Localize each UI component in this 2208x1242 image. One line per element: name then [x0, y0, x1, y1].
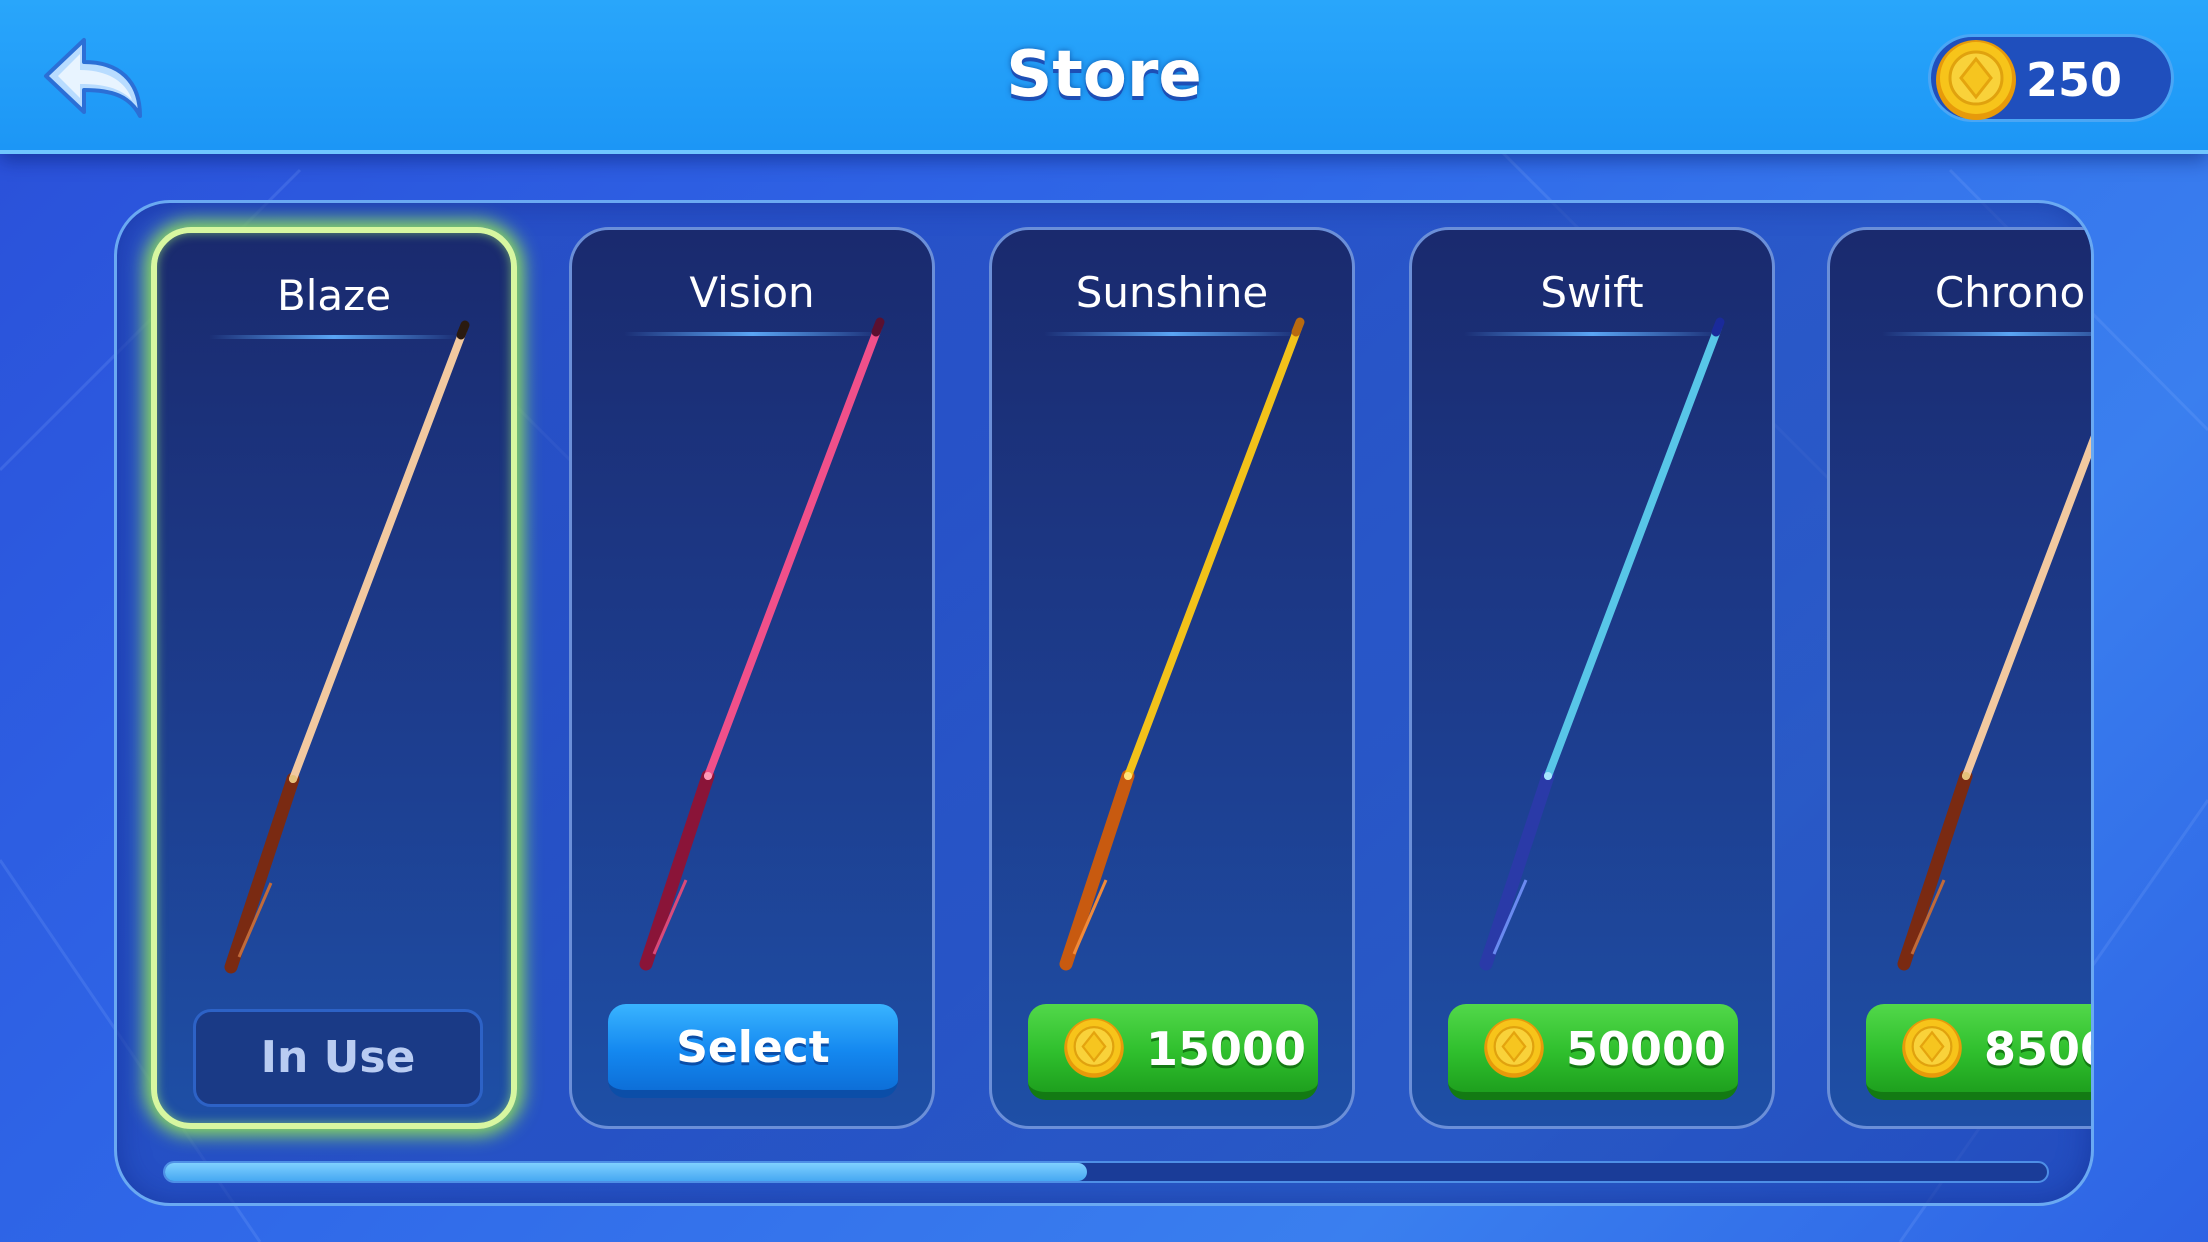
coin-balance: 250 [1928, 34, 2174, 122]
cue-stick-image [1059, 317, 1305, 971]
cue-card-sunshine[interactable]: Sunshine 15000 [989, 227, 1355, 1129]
in-use-button[interactable]: In Use [193, 1009, 483, 1107]
cue-card-chrono[interactable]: Chrono 85000 [1827, 227, 2091, 1129]
cue-card-blaze[interactable]: Blaze In Use [151, 227, 517, 1129]
price-label: 50000 [1566, 1022, 1727, 1076]
horizontal-scrollbar[interactable] [163, 1161, 2049, 1183]
cue-stick-image [1897, 435, 2091, 971]
price-label: 85000 [1984, 1022, 2091, 1076]
select-button[interactable]: Select [608, 1004, 898, 1098]
scrollbar-thumb[interactable] [165, 1163, 1088, 1181]
cue-carousel[interactable]: Blaze In Use Vision Select Sunshine 1500… [117, 203, 2091, 1163]
coin-icon [1902, 1018, 1962, 1078]
page-title: Store [1006, 38, 1202, 112]
cue-card-vision[interactable]: Vision Select [569, 227, 935, 1129]
coin-balance-amount: 250 [2026, 53, 2123, 107]
cue-stick-image [224, 320, 470, 974]
store-panel: Blaze In Use Vision Select Sunshine 1500… [114, 200, 2094, 1206]
cue-stick-image [639, 317, 885, 971]
coin-icon [1484, 1018, 1544, 1078]
cue-stick-image [1479, 317, 1725, 971]
buy-button[interactable]: 50000 [1448, 1004, 1738, 1100]
top-bar: Store 250 [0, 0, 2208, 154]
cue-card-swift[interactable]: Swift 50000 [1409, 227, 1775, 1129]
coin-icon [1064, 1018, 1124, 1078]
price-label: 15000 [1146, 1022, 1307, 1076]
buy-button[interactable]: 15000 [1028, 1004, 1318, 1100]
coin-icon [1936, 40, 2016, 120]
buy-button[interactable]: 85000 [1866, 1004, 2091, 1100]
